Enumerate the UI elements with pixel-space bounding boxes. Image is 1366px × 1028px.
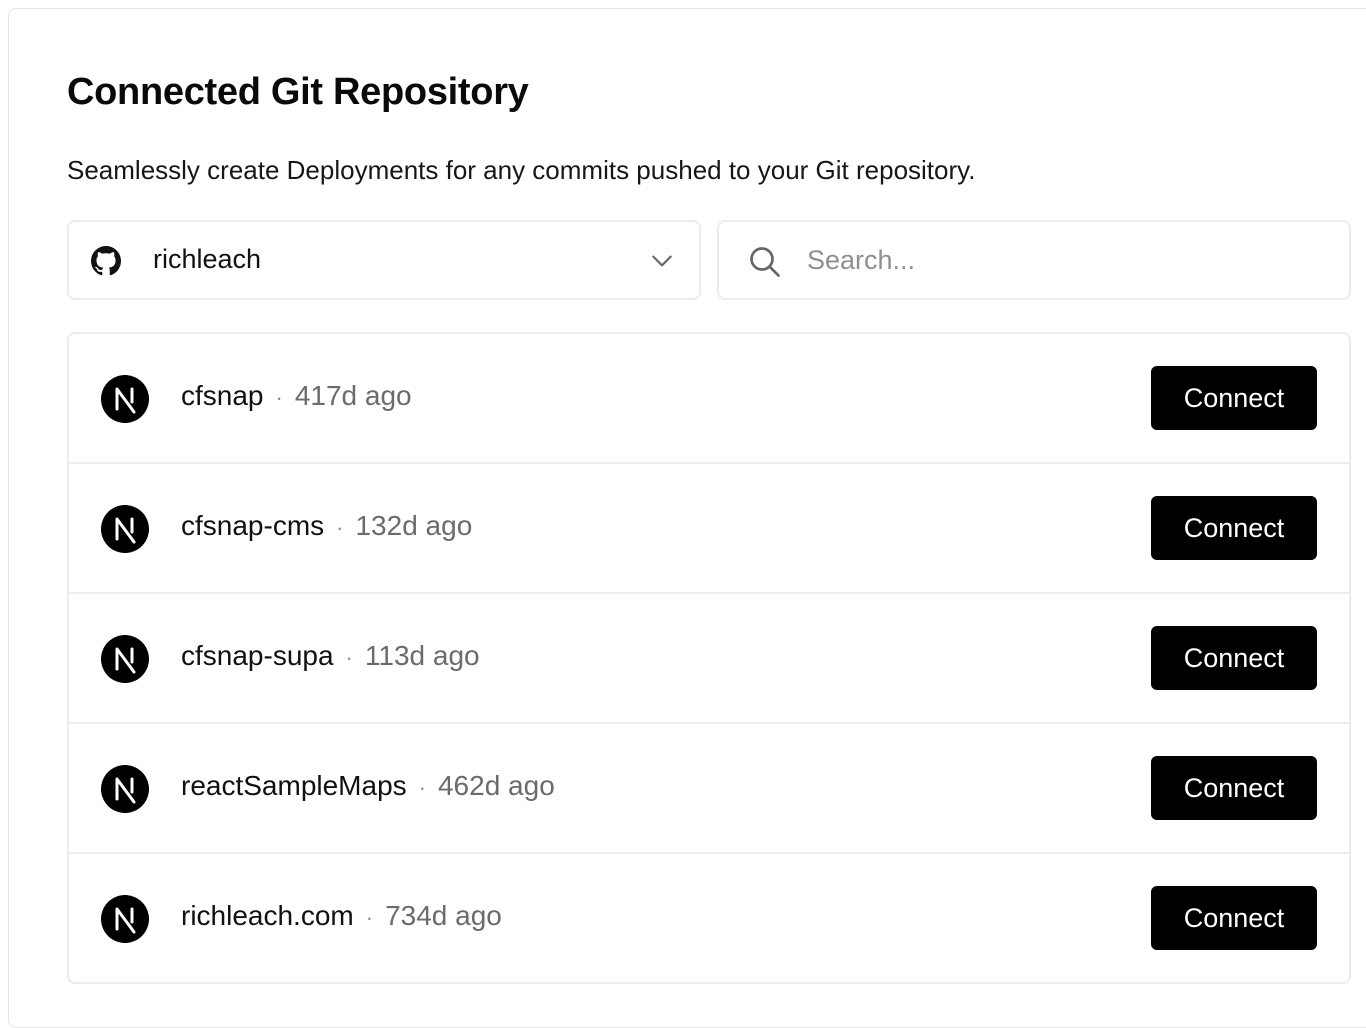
- page-subtitle: Seamlessly create Deployments for any co…: [67, 155, 976, 185]
- repository-list: cfsnap · 417d ago Connect cfsnap-cms · 132d …: [67, 332, 1351, 984]
- chevron-down-icon: [652, 255, 672, 267]
- repo-separator: ·: [345, 645, 353, 670]
- repo-separator: ·: [275, 385, 283, 410]
- repo-row: cfsnap · 417d ago Connect: [69, 334, 1349, 464]
- connect-button[interactable]: Connect: [1151, 756, 1317, 820]
- repo-age: 734d ago: [385, 900, 502, 931]
- github-icon: [91, 246, 121, 276]
- repo-name[interactable]: richleach.com: [181, 900, 354, 931]
- search-box: [717, 220, 1351, 300]
- repo-age: 113d ago: [364, 640, 480, 671]
- repo-row: reactSampleMaps · 462d ago Connect: [69, 724, 1349, 854]
- nextjs-icon: [101, 895, 149, 943]
- repo-age: 132d ago: [355, 510, 473, 541]
- search-icon: [750, 247, 780, 277]
- repo-row: cfsnap-cms · 132d ago Connect: [69, 464, 1349, 594]
- connect-button[interactable]: Connect: [1151, 626, 1317, 690]
- connect-button[interactable]: Connect: [1151, 496, 1317, 560]
- nextjs-icon: [101, 765, 149, 813]
- nextjs-icon: [101, 505, 149, 553]
- repo-age: 462d ago: [437, 770, 555, 801]
- account-select[interactable]: richleach: [67, 220, 701, 300]
- page-title: Connected Git Repository: [67, 71, 529, 113]
- connect-button[interactable]: Connect: [1151, 886, 1317, 950]
- repo-name[interactable]: cfsnap-supa: [181, 640, 334, 671]
- repo-separator: ·: [365, 905, 374, 930]
- account-name: richleach: [153, 244, 262, 274]
- repo-name[interactable]: reactSampleMaps: [181, 770, 407, 801]
- repo-separator: ·: [418, 775, 426, 800]
- connect-button[interactable]: Connect: [1151, 366, 1317, 430]
- repo-row: richleach.com · 734d ago Connect: [69, 854, 1349, 982]
- search-input[interactable]: [807, 236, 1327, 284]
- nextjs-icon: [101, 635, 149, 683]
- repo-row: cfsnap-supa · 113d ago Connect: [69, 594, 1349, 724]
- repo-separator: ·: [336, 515, 344, 540]
- repo-age: 417d ago: [294, 380, 412, 411]
- nextjs-icon: [101, 375, 149, 423]
- repo-name[interactable]: cfsnap-cms: [181, 510, 324, 541]
- git-repository-card: Connected Git Repository Seamlessly crea…: [8, 8, 1366, 1028]
- repo-name[interactable]: cfsnap: [181, 380, 264, 411]
